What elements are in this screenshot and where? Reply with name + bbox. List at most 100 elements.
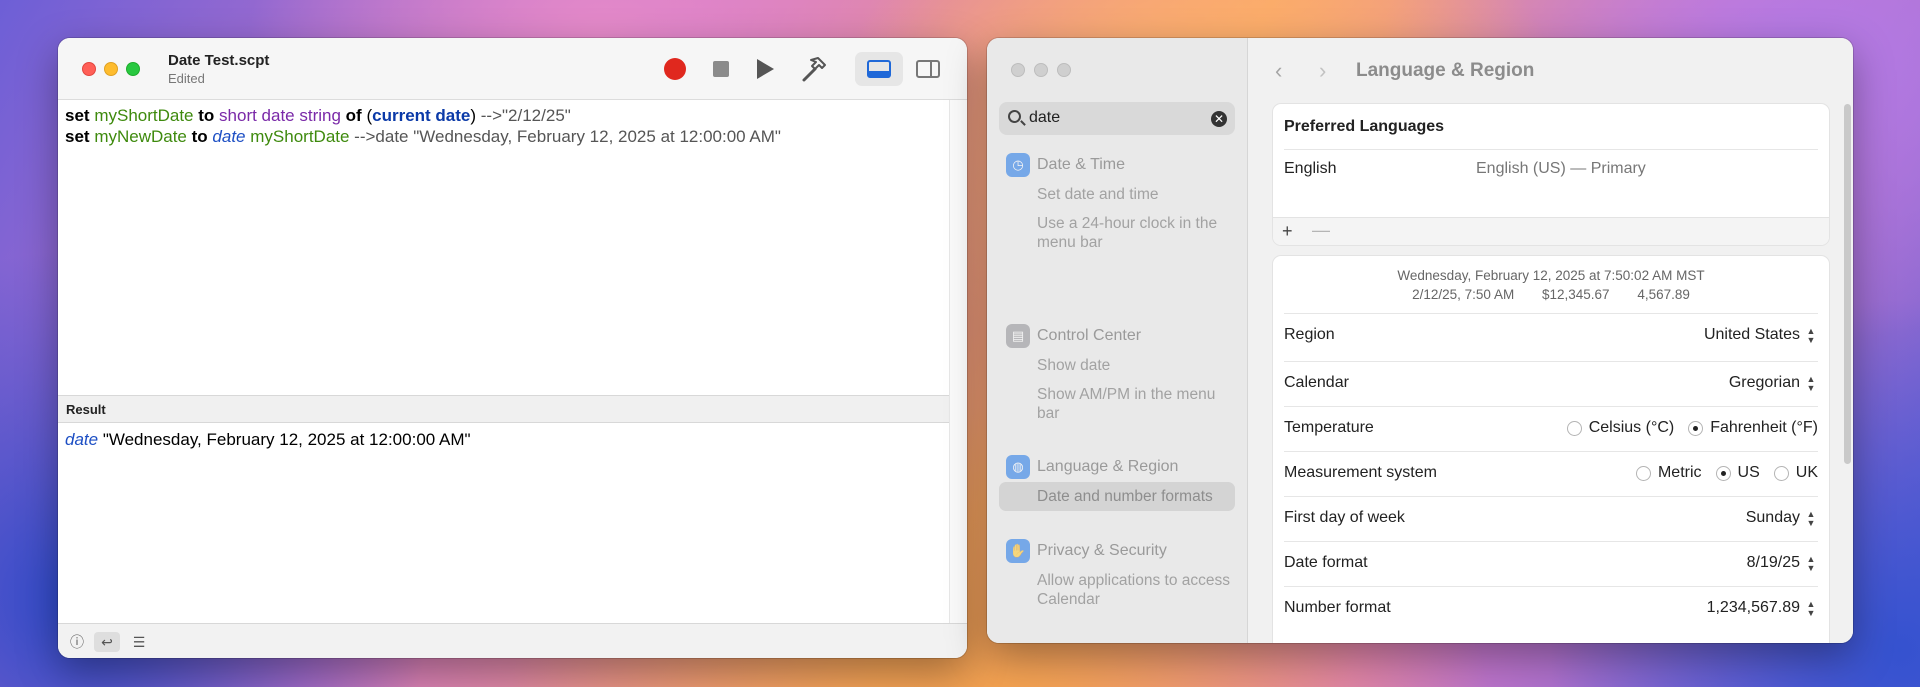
sidebar-result-show-date[interactable]: Show date [999, 351, 1235, 380]
region-popup[interactable]: United States [1704, 326, 1800, 344]
info-icon[interactable]: ⓘ [64, 632, 90, 652]
keyword: to [198, 106, 215, 125]
sidebar: ✕ ◷ Date & Time Set date and time Use a … [987, 38, 1248, 643]
radio-button[interactable] [1773, 465, 1789, 481]
date-format-popup[interactable]: 8/19/25 [1747, 554, 1800, 572]
language-list-toolbar: + — [1273, 217, 1829, 245]
radio-fahrenheit[interactable]: Fahrenheit (°F) [1688, 419, 1818, 437]
sidebar-result-date-number-formats[interactable]: Date and number formats [999, 482, 1235, 511]
divider [1284, 149, 1818, 150]
minimize-window-button[interactable] [104, 62, 118, 76]
sidebar-group-label: Privacy & Security [1037, 542, 1167, 559]
record-button[interactable] [664, 58, 686, 80]
measurement-radio-group: Metric US UK [1635, 464, 1818, 482]
document-status: Edited [168, 71, 205, 86]
row-label: Date format [1284, 554, 1368, 571]
result-value: "Wednesday, February 12, 2025 at 12:00:0… [98, 430, 471, 449]
language-name[interactable]: English [1284, 160, 1336, 178]
code-line-1: set myShortDate to short date string of … [65, 105, 942, 126]
result-type: date [65, 430, 99, 449]
system-settings-window: ✕ ◷ Date & Time Set date and time Use a … [987, 38, 1853, 643]
sidebar-item-date-time[interactable]: ◷ Date & Time [987, 150, 1248, 180]
popup-chevrons-icon[interactable]: ▲ ▼ [1804, 600, 1818, 620]
temperature-row: Temperature Celsius (°C) Fahrenheit (°F) [1284, 406, 1818, 450]
script-editor-window: Date Test.scpt Edited set myShortDate to… [58, 38, 967, 658]
temperature-radio-group: Celsius (°C) Fahrenheit (°F) [1566, 419, 1818, 437]
popup-chevrons-icon[interactable]: ▲ ▼ [1804, 510, 1818, 530]
code-line-2: set myNewDate to date myShortDate -->dat… [65, 126, 942, 147]
radio-uk[interactable]: UK [1773, 464, 1818, 482]
sidebar-result-set-date-time[interactable]: Set date and time [999, 180, 1235, 209]
sidebar-group-label: Date & Time [1037, 156, 1126, 173]
globe-icon: ◍ [1006, 455, 1030, 479]
radio-button[interactable] [1635, 465, 1651, 481]
keyword: set [65, 106, 90, 125]
preview-number: 4,567.89 [1637, 287, 1690, 302]
region-row: Region United States ▲ ▼ [1284, 313, 1818, 357]
first-day-popup[interactable]: Sunday [1746, 509, 1800, 527]
popup-chevrons-icon[interactable]: ▲ ▼ [1804, 327, 1818, 347]
radio-label: Celsius (°C) [1588, 419, 1675, 436]
type-name: date [212, 127, 246, 146]
zoom-window-button[interactable] [1057, 63, 1071, 77]
format-preview-date: Wednesday, February 12, 2025 at 7:50:02 … [1397, 268, 1705, 283]
comment: -->"2/12/25" [476, 106, 571, 125]
clear-search-icon[interactable]: ✕ [1211, 111, 1227, 127]
radio-celsius[interactable]: Celsius (°C) [1566, 419, 1675, 437]
radio-label: Metric [1657, 464, 1702, 481]
remove-language-button[interactable]: — [1312, 220, 1330, 241]
return-arrow-icon[interactable]: ↩ [94, 632, 120, 652]
sidebar-result-24-hour-clock[interactable]: Use a 24-hour clock in the menu bar [999, 209, 1235, 257]
control-center-icon: ▤ [1006, 324, 1030, 348]
result-pane[interactable]: date "Wednesday, February 12, 2025 at 12… [58, 423, 949, 634]
variable: myShortDate [250, 127, 350, 146]
sidebar-item-control-center[interactable]: ▤ Control Center [987, 321, 1248, 351]
sidebar-group-privacy-security: ✋ Privacy & Security Allow applications … [987, 536, 1248, 614]
list-icon[interactable]: ☰ [126, 632, 152, 652]
search-input[interactable] [1029, 109, 1199, 127]
radio-button-selected[interactable] [1688, 420, 1704, 436]
close-window-button[interactable] [1011, 63, 1025, 77]
sidebar-item-privacy-security[interactable]: ✋ Privacy & Security [987, 536, 1248, 566]
add-language-button[interactable]: + [1282, 221, 1293, 242]
language-description: English (US) — Primary [1476, 160, 1646, 177]
minimize-window-button[interactable] [1034, 63, 1048, 77]
stop-button[interactable] [713, 61, 729, 77]
radio-button-selected[interactable] [1715, 465, 1731, 481]
sidebar-group-date-time: ◷ Date & Time Set date and time Use a 24… [987, 150, 1248, 257]
region-settings-card: Wednesday, February 12, 2025 at 7:50:02 … [1273, 256, 1829, 643]
sidebar-group-control-center: ▤ Control Center Show date Show AM/PM in… [987, 321, 1248, 428]
run-button[interactable] [757, 59, 774, 79]
date-format-row: Date format 8/19/25 ▲ ▼ [1284, 541, 1818, 585]
sidebar-group-label: Control Center [1037, 327, 1142, 344]
popup-chevrons-icon[interactable]: ▲ ▼ [1804, 555, 1818, 575]
show-library-sidebar-icon[interactable] [916, 60, 940, 78]
back-chevron-icon[interactable]: ‹ [1275, 58, 1282, 84]
radio-label: US [1737, 464, 1760, 481]
command: short date string [219, 106, 341, 125]
zoom-window-button[interactable] [126, 62, 140, 76]
sidebar-item-language-region[interactable]: ◍ Language & Region [987, 452, 1248, 482]
scrollbar[interactable] [1844, 104, 1851, 464]
show-result-pane-icon[interactable] [867, 60, 891, 78]
popup-chevrons-icon[interactable]: ▲ ▼ [1804, 375, 1818, 395]
radio-button[interactable] [1566, 420, 1582, 436]
script-editor-text[interactable]: set myShortDate to short date string of … [58, 100, 949, 334]
section-title: Preferred Languages [1284, 118, 1445, 135]
sidebar-result-calendar-access[interactable]: Allow applications to access Calendar [999, 566, 1235, 614]
search-field[interactable]: ✕ [999, 102, 1235, 135]
radio-us[interactable]: US [1715, 464, 1760, 482]
radio-metric[interactable]: Metric [1635, 464, 1702, 482]
compile-hammer-icon[interactable] [798, 54, 828, 84]
number-format-popup[interactable]: 1,234,567.89 [1707, 599, 1800, 617]
clock-icon: ◷ [1006, 153, 1030, 177]
variable: myNewDate [94, 127, 187, 146]
sidebar-result-show-ampm[interactable]: Show AM/PM in the menu bar [999, 380, 1235, 428]
settings-header: ‹ › Language & Region [1248, 38, 1853, 100]
forward-chevron-icon[interactable]: › [1319, 58, 1326, 84]
close-window-button[interactable] [82, 62, 96, 76]
class-name: current date [372, 106, 471, 125]
calendar-popup[interactable]: Gregorian [1729, 374, 1800, 392]
editor-scroll-gutter[interactable] [949, 100, 967, 634]
keyword: of [345, 106, 362, 125]
